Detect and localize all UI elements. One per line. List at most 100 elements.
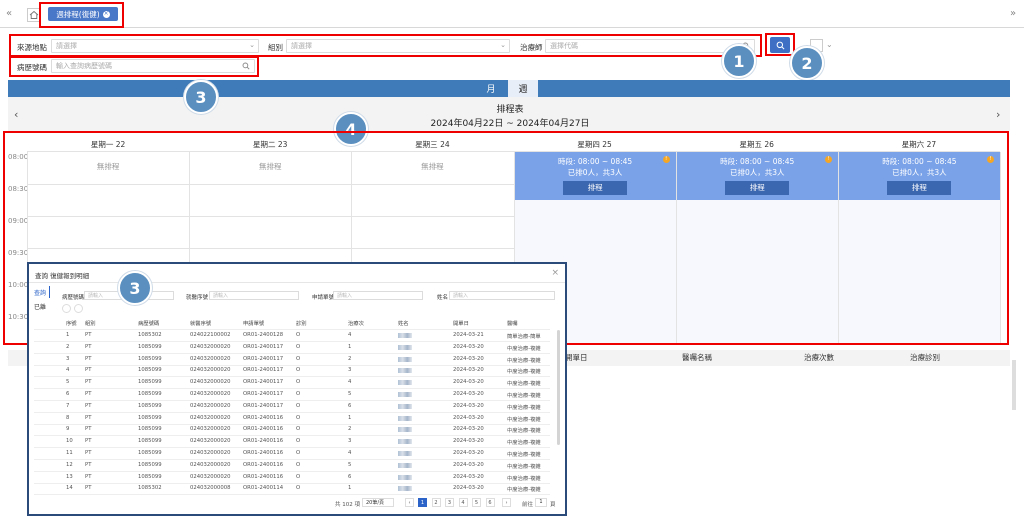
chevron-down-icon[interactable]: ⌄ (826, 40, 833, 49)
pager-prev-icon[interactable]: ‹ (405, 498, 414, 507)
pager-size-select[interactable]: 20筆/頁 (362, 498, 394, 507)
chart-number-input[interactable]: 輸入查詢病歷號碼 (51, 59, 255, 73)
day-header: 星期三 24 (415, 140, 450, 149)
table-cell: 024032000020 (190, 473, 231, 480)
home-icon[interactable] (27, 8, 41, 22)
table-cell: O (296, 379, 301, 386)
prev-week-icon[interactable]: ‹ (14, 108, 18, 121)
tabs-scroll-left-icon[interactable]: « (6, 8, 12, 19)
table-cell: 1085099 (138, 343, 162, 350)
source-placeholder: 請選擇 (56, 42, 77, 50)
table-cell: 中度治療-複雜 (507, 381, 541, 388)
chart-number-label: 病歷號碼 (17, 63, 47, 72)
tab-week[interactable]: 週 (508, 80, 538, 97)
f3-label: 申請單號 (312, 295, 335, 301)
close-icon[interactable]: × (551, 268, 559, 278)
table-cell: O (296, 414, 301, 421)
search-icon (776, 41, 784, 49)
therapist-placeholder: 選擇代碼 (550, 42, 578, 50)
f3-input[interactable]: 請輸入 (333, 291, 423, 300)
table-cell: 024032000020 (190, 438, 231, 445)
tab-month[interactable]: 月 (476, 80, 506, 97)
search-icon[interactable] (242, 62, 250, 72)
table-cell: 024032000020 (190, 367, 231, 374)
chart-number-placeholder: 輸入查詢病歷號碼 (56, 62, 112, 70)
pager-page-button[interactable]: 3 (445, 498, 454, 507)
table-cell: 024032000020 (190, 343, 231, 350)
table-cell: OR01-2400117 (243, 367, 284, 374)
side-tab-query[interactable]: 查詢 (34, 288, 46, 297)
pager-page-button[interactable]: 2 (431, 498, 441, 507)
scheduled-slot[interactable]: 時段: 08:00 ~ 08:45 已排0人，共3人 排程! (676, 152, 838, 200)
table-cell: 2 (348, 355, 352, 362)
table-cell: O (296, 461, 301, 468)
warning-icon: ! (824, 156, 832, 163)
row-divider (34, 352, 550, 354)
scheduled-slot[interactable]: 時段: 08:00 ~ 08:45 已排0人，共3人 排程! (838, 152, 1000, 200)
pager-page-button[interactable]: 6 (485, 498, 495, 507)
pager-page-button[interactable]: 1 (418, 498, 427, 507)
table-header: 申請單號 (243, 321, 265, 327)
dialog-scrollbar[interactable] (557, 330, 560, 445)
pager-page-button[interactable]: 5 (472, 498, 481, 507)
table-cell: 1085099 (138, 402, 162, 409)
source-select[interactable]: 請選擇 ⌄ (51, 39, 259, 53)
group-select[interactable]: 請選擇 ⌄ (286, 39, 510, 53)
row-divider (34, 447, 550, 449)
pager-next-icon[interactable]: › (502, 498, 511, 507)
tab-week-schedule-rehab[interactable]: 週排程(復健) × (48, 7, 118, 21)
table-cell: 中度治療-複雜 (507, 416, 541, 423)
table-cell: 5 (66, 379, 70, 386)
f2-placeholder: 請輸入 (213, 293, 229, 299)
row-divider (34, 482, 550, 484)
table-cell: 024032000020 (190, 355, 231, 362)
table-cell: 024032000020 (190, 414, 231, 421)
f4-label: 姓名 (437, 295, 449, 301)
table-cell: 12 (66, 461, 73, 468)
table-cell: 1085099 (138, 379, 162, 386)
f1-label: 病歷號碼 (62, 295, 85, 301)
schedule-button[interactable]: 排程 (725, 181, 790, 195)
schedule-button[interactable]: 排程 (887, 181, 952, 195)
f3-placeholder: 請輸入 (337, 293, 353, 299)
table-header: 診別 (296, 321, 307, 327)
table-cell: 2024-03-20 (453, 367, 484, 374)
therapist-input[interactable]: 選擇代碼 (545, 39, 755, 53)
search-icon[interactable] (62, 304, 71, 313)
table-cell: 1085099 (138, 391, 162, 397)
table-cell: 中度治療-複雜 (507, 452, 541, 458)
f2-input[interactable]: 請輸入 (209, 291, 299, 300)
side-tab-indicator (49, 286, 50, 298)
table-cell: 1085099 (138, 438, 162, 445)
scheduled-slot[interactable]: 時段: 08:00 ~ 08:45 已排0人，共3人 排程! (514, 152, 676, 200)
table-cell: 1085099 (138, 367, 162, 374)
page-scrollbar[interactable] (1012, 360, 1016, 410)
slot-time: 時段: 08:00 ~ 08:45 (720, 157, 795, 166)
table-cell: 2024-03-20 (453, 450, 484, 456)
pager-page-button[interactable]: 4 (458, 498, 468, 507)
dialog-divider (29, 282, 565, 283)
tab-close-icon[interactable]: × (102, 10, 110, 18)
search-button[interactable] (770, 37, 790, 53)
table-cell: 中度治療-複雜 (507, 369, 541, 376)
table-cell: 1085302 (138, 332, 162, 338)
side-tab-done[interactable]: 已離 (34, 302, 46, 311)
table-cell: PT (85, 402, 92, 409)
table-cell: PT (85, 438, 92, 445)
table-cell: OR01-2400117 (243, 402, 284, 409)
table-header-line (34, 329, 550, 330)
next-week-icon[interactable]: › (996, 108, 1000, 121)
dialog-title: 查詢 復健報到明細 (35, 272, 90, 280)
tabs-scroll-right-icon[interactable]: » (1010, 8, 1016, 19)
table-cell: 2024-03-20 (453, 355, 484, 362)
pager-goto-input[interactable]: 1 (535, 498, 547, 507)
table-cell: 2024-03-20 (453, 438, 484, 445)
f4-input[interactable]: 請輸入 (449, 291, 555, 300)
reset-icon[interactable] (74, 304, 83, 313)
schedule-button[interactable]: 排程 (563, 181, 628, 195)
group-placeholder: 請選擇 (291, 42, 312, 50)
table-header: 治療次 (348, 321, 364, 327)
redacted-name (398, 368, 412, 374)
schedule-range: 2024年04月22日 ~ 2024年04月27日 (430, 119, 590, 129)
table-cell: OR01-2400116 (243, 414, 284, 421)
